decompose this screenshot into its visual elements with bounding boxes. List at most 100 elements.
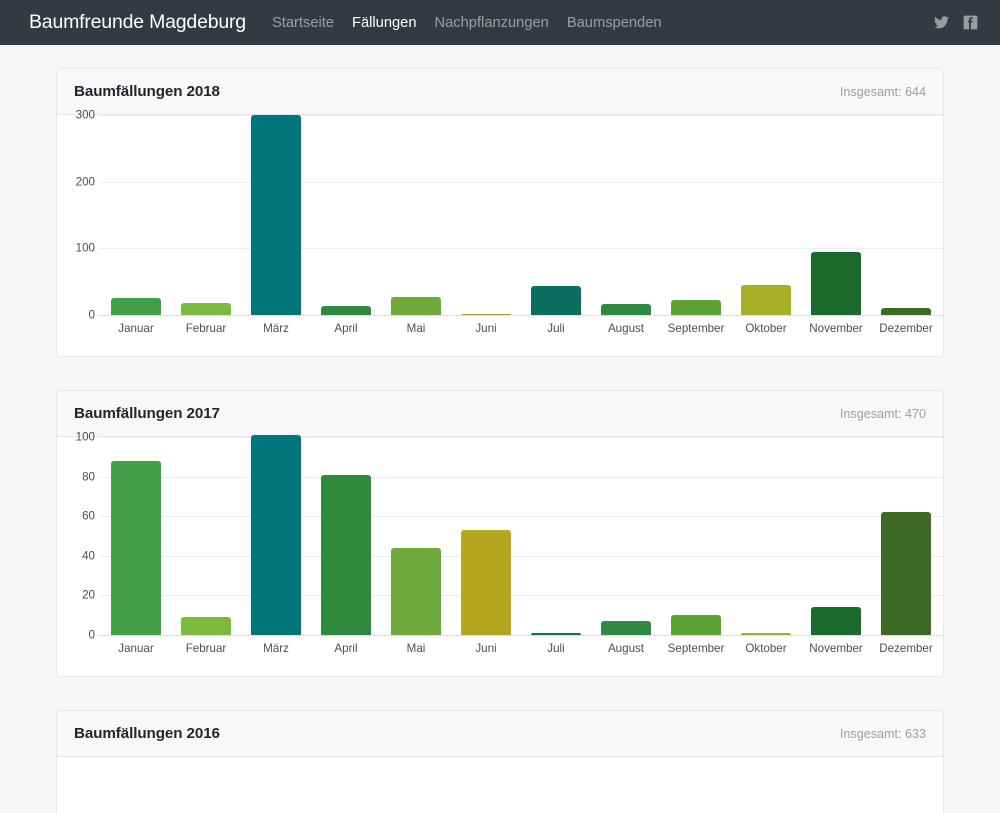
bar-august[interactable] [601, 621, 651, 635]
bar-september[interactable] [671, 615, 721, 635]
nav-link-faellungen[interactable]: Fällungen [343, 15, 426, 31]
card-body: 0100200300 JanuarFebruarMärzAprilMaiJuni… [57, 115, 943, 356]
bar-dezember[interactable] [881, 308, 931, 315]
bar-slot [801, 437, 871, 635]
nav-links: Startseite Fällungen Nachpflanzungen Bau… [263, 15, 934, 31]
bar-slot [171, 437, 241, 635]
bar-slot [871, 437, 941, 635]
bar-slot [381, 115, 451, 315]
page-title: Baumfällungen 2018 [74, 83, 220, 100]
y-axis-tick-label: 60 [56, 510, 95, 523]
card-header: Baumfällungen 2018 Insgesamt: 644 [57, 69, 943, 115]
y-axis-tick-label: 200 [56, 175, 95, 188]
bar-mai[interactable] [391, 548, 441, 635]
bar-januar[interactable] [111, 461, 161, 635]
bar-januar[interactable] [111, 298, 161, 315]
nav-link-startseite[interactable]: Startseite [263, 15, 343, 31]
bar-april[interactable] [321, 475, 371, 635]
navbar: Baumfreunde Magdeburg Startseite Fällung… [0, 0, 1000, 45]
y-axis-tick-label: 0 [56, 629, 95, 642]
bar-slot [241, 115, 311, 315]
bar-slot [101, 437, 171, 635]
bar-slot [661, 115, 731, 315]
y-axis-tick-label: 40 [56, 549, 95, 562]
y-axis-tick-label: 100 [56, 431, 95, 444]
total-badge: Insgesamt: 644 [840, 85, 926, 99]
bar-slot [521, 115, 591, 315]
card-faellungen-2017: Baumfällungen 2017 Insgesamt: 470 0 20 40 6… [56, 390, 944, 677]
bar-slot [661, 437, 731, 635]
plot-area: 0100200300 [57, 115, 943, 315]
card-faellungen-2016: Baumfällungen 2016 Insgesamt: 633 [56, 710, 944, 813]
bar-februar[interactable] [181, 303, 231, 315]
social-links [934, 15, 978, 30]
bar-dezember[interactable] [881, 512, 931, 635]
card-faellungen-2018: Baumfällungen 2018 Insgesamt: 644 0 100 20… [56, 68, 944, 357]
brand-title[interactable]: Baumfreunde Magdeburg [29, 11, 246, 34]
bar-april[interactable] [321, 306, 371, 315]
bar-märz[interactable] [251, 115, 301, 315]
x-axis-label: Mai [381, 642, 451, 655]
y-axis-tick-label: 20 [56, 589, 95, 602]
x-axis-label: Januar [101, 642, 171, 655]
card-header: Baumfällungen 2016 Insgesamt: 633 [57, 711, 943, 757]
x-axis-label: Dezember [871, 642, 941, 655]
bar-chart-2016 [57, 757, 943, 813]
x-axis-label: November [801, 642, 871, 655]
bar-juni[interactable] [461, 530, 511, 635]
bar-juli[interactable] [531, 286, 581, 315]
card-body: 020406080100 JanuarFebruarMärzAprilMaiJu… [57, 437, 943, 676]
bar-november[interactable] [811, 252, 861, 315]
x-axis-label: April [311, 322, 381, 335]
twitter-icon[interactable] [934, 16, 949, 29]
bar-märz[interactable] [251, 435, 301, 635]
bar-juli[interactable] [531, 633, 581, 635]
x-axis-label: Mai [381, 322, 451, 335]
bar-mai[interactable] [391, 297, 441, 315]
nav-link-nachpflanzungen[interactable]: Nachpflanzungen [426, 15, 558, 31]
x-axis-label: September [661, 322, 731, 335]
y-axis-tick-label: 80 [56, 470, 95, 483]
total-badge: Insgesamt: 633 [840, 727, 926, 741]
x-axis-label: August [591, 642, 661, 655]
bar-slot [311, 437, 381, 635]
gridline [99, 635, 943, 636]
bar-februar[interactable] [181, 617, 231, 635]
bar-slot [381, 437, 451, 635]
bar-august[interactable] [601, 304, 651, 315]
x-axis-label: März [241, 642, 311, 655]
y-axis-tick-label: 0 [56, 309, 95, 322]
facebook-icon[interactable] [963, 15, 978, 30]
bar-oktober[interactable] [741, 285, 791, 315]
bar-chart-2018: 0100200300 [57, 115, 943, 315]
x-axis-label: November [801, 322, 871, 335]
x-axis-label: Juni [451, 322, 521, 335]
nav-link-baumspenden[interactable]: Baumspenden [558, 15, 671, 31]
bar-slot [451, 437, 521, 635]
total-badge: Insgesamt: 470 [840, 407, 926, 421]
x-axis-label: April [311, 642, 381, 655]
bar-juni[interactable] [461, 314, 511, 315]
y-axis-tick-label: 300 [56, 109, 95, 122]
bar-slot [591, 115, 661, 315]
x-axis-labels: JanuarFebruarMärzAprilMaiJuniJuliAugustS… [101, 635, 941, 655]
x-axis-label: Februar [171, 322, 241, 335]
bar-chart-2017: 020406080100 [57, 437, 943, 635]
bar-november[interactable] [811, 607, 861, 635]
x-axis-label: Juli [521, 642, 591, 655]
x-axis-label: Juni [451, 642, 521, 655]
gridline [99, 315, 943, 316]
y-axis-tick-label: 100 [56, 242, 95, 255]
bar-oktober[interactable] [741, 633, 791, 635]
bar-september[interactable] [671, 300, 721, 315]
bar-slot [241, 437, 311, 635]
page-content: Baumfällungen 2018 Insgesamt: 644 0 100 20… [0, 45, 1000, 813]
page-title: Baumfällungen 2017 [74, 405, 220, 422]
plot-area [57, 757, 943, 813]
bar-slot [731, 115, 801, 315]
bar-slot [101, 115, 171, 315]
page-title: Baumfällungen 2016 [74, 725, 220, 742]
x-axis-label: Februar [171, 642, 241, 655]
x-axis-label: Dezember [871, 322, 941, 335]
card-body [57, 757, 943, 813]
